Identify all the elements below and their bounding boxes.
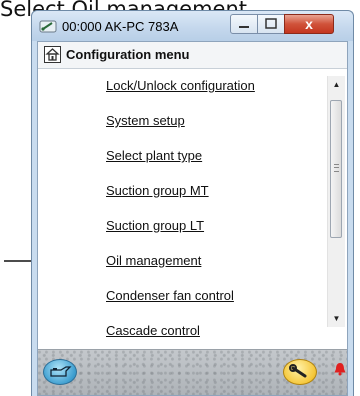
- menu-item-suction-mt[interactable]: Suction group MT: [106, 183, 209, 198]
- menu-item-plant-type[interactable]: Select plant type: [106, 148, 202, 163]
- oil-can-button[interactable]: [43, 359, 77, 385]
- grip-icon: [334, 164, 339, 172]
- bottom-bar: [38, 349, 347, 395]
- menu-title: Configuration menu: [66, 47, 190, 62]
- oil-can-icon: [50, 366, 72, 377]
- vertical-scrollbar[interactable]: ▲ ▼: [327, 76, 345, 327]
- menu-item-suction-lt[interactable]: Suction group LT: [106, 218, 204, 233]
- client-area: Configuration menu Lock/Unlock configura…: [37, 41, 348, 396]
- wrench-icon: [289, 364, 307, 378]
- window-title: 00:000 AK-PC 783A: [62, 19, 179, 34]
- minimize-button[interactable]: [230, 14, 258, 34]
- maximize-button[interactable]: [257, 14, 285, 34]
- menu-header: Configuration menu: [38, 42, 347, 69]
- menu-item-cascade[interactable]: Cascade control: [106, 323, 200, 338]
- menu-item-system-setup[interactable]: System setup: [106, 113, 185, 128]
- home-icon[interactable]: [44, 46, 61, 63]
- menu-item-oil-management[interactable]: Oil management: [106, 253, 201, 268]
- close-button[interactable]: x: [284, 14, 334, 34]
- app-window: 00:000 AK-PC 783A x Configuration menu L…: [31, 10, 354, 396]
- maximize-icon: [265, 18, 277, 29]
- wrench-button[interactable]: [283, 359, 317, 385]
- menu-item-lock-unlock[interactable]: Lock/Unlock configuration: [106, 78, 255, 93]
- scroll-thumb[interactable]: [330, 100, 342, 238]
- scroll-up-icon[interactable]: ▲: [328, 76, 345, 93]
- bell-icon[interactable]: [333, 362, 347, 376]
- title-bar[interactable]: 00:000 AK-PC 783A x: [32, 11, 353, 41]
- minimize-icon: [239, 26, 249, 28]
- meter-icon: [39, 20, 57, 33]
- scroll-down-icon[interactable]: ▼: [328, 310, 345, 327]
- menu-item-condenser-fan[interactable]: Condenser fan control: [106, 288, 234, 303]
